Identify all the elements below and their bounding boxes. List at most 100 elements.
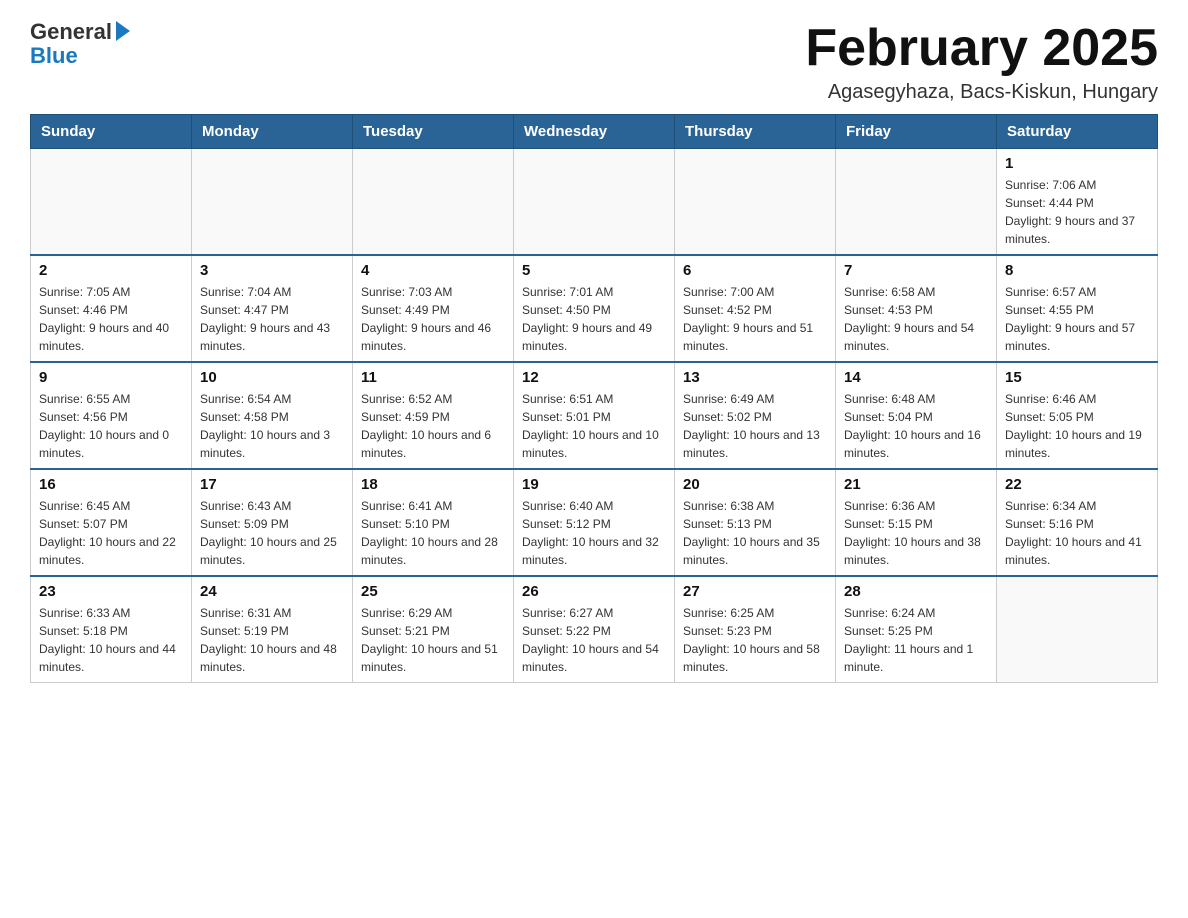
day-info: Sunrise: 7:03 AMSunset: 4:49 PMDaylight:… xyxy=(361,283,505,355)
day-number: 4 xyxy=(361,262,505,279)
day-number: 16 xyxy=(39,476,183,493)
day-number: 18 xyxy=(361,476,505,493)
title-section: February 2025 Agasegyhaza, Bacs-Kiskun, … xyxy=(805,20,1158,104)
day-number: 6 xyxy=(683,262,827,279)
calendar-body: 1 Sunrise: 7:06 AMSunset: 4:44 PMDaylight… xyxy=(31,149,1158,683)
day-info: Sunrise: 6:31 AMSunset: 5:19 PMDaylight:… xyxy=(200,604,344,676)
day-number: 19 xyxy=(522,476,666,493)
header-friday: Friday xyxy=(836,115,997,149)
day-number: 26 xyxy=(522,583,666,600)
day-number: 17 xyxy=(200,476,344,493)
day-info: Sunrise: 6:24 AMSunset: 5:25 PMDaylight:… xyxy=(844,604,988,676)
calendar-week-row: 1 Sunrise: 7:06 AMSunset: 4:44 PMDaylight… xyxy=(31,149,1158,256)
calendar-cell xyxy=(192,149,353,256)
day-number: 9 xyxy=(39,369,183,386)
logo-blue-text: Blue xyxy=(30,43,78,68)
calendar-cell: 9Sunrise: 6:55 AMSunset: 4:56 PMDaylight… xyxy=(31,362,192,469)
calendar-week-row: 2 Sunrise: 7:05 AMSunset: 4:46 PMDaylight… xyxy=(31,255,1158,362)
day-number: 20 xyxy=(683,476,827,493)
header-monday: Monday xyxy=(192,115,353,149)
day-number: 1 xyxy=(1005,155,1149,172)
day-number: 7 xyxy=(844,262,988,279)
day-info: Sunrise: 6:48 AMSunset: 5:04 PMDaylight:… xyxy=(844,390,988,462)
day-number: 10 xyxy=(200,369,344,386)
day-info: Sunrise: 6:27 AMSunset: 5:22 PMDaylight:… xyxy=(522,604,666,676)
day-info: Sunrise: 7:04 AMSunset: 4:47 PMDaylight:… xyxy=(200,283,344,355)
calendar-cell: 24 Sunrise: 6:31 AMSunset: 5:19 PMDayligh… xyxy=(192,576,353,683)
location: Agasegyhaza, Bacs-Kiskun, Hungary xyxy=(805,81,1158,104)
calendar-cell: 4 Sunrise: 7:03 AMSunset: 4:49 PMDaylight… xyxy=(353,255,514,362)
day-number: 5 xyxy=(522,262,666,279)
day-number: 15 xyxy=(1005,369,1149,386)
day-info: Sunrise: 6:49 AMSunset: 5:02 PMDaylight:… xyxy=(683,390,827,462)
day-number: 21 xyxy=(844,476,988,493)
logo-arrow-icon xyxy=(116,21,130,41)
day-number: 25 xyxy=(361,583,505,600)
calendar-week-row: 16 Sunrise: 6:45 AMSunset: 5:07 PMDayligh… xyxy=(31,469,1158,576)
day-info: Sunrise: 6:41 AMSunset: 5:10 PMDaylight:… xyxy=(361,497,505,569)
calendar-table: Sunday Monday Tuesday Wednesday Thursday… xyxy=(30,114,1158,683)
day-info: Sunrise: 6:58 AMSunset: 4:53 PMDaylight:… xyxy=(844,283,988,355)
day-number: 2 xyxy=(39,262,183,279)
day-info: Sunrise: 6:38 AMSunset: 5:13 PMDaylight:… xyxy=(683,497,827,569)
calendar-cell: 11 Sunrise: 6:52 AMSunset: 4:59 PMDayligh… xyxy=(353,362,514,469)
day-number: 11 xyxy=(361,369,505,386)
calendar-cell: 6 Sunrise: 7:00 AMSunset: 4:52 PMDaylight… xyxy=(675,255,836,362)
calendar-cell: 19 Sunrise: 6:40 AMSunset: 5:12 PMDayligh… xyxy=(514,469,675,576)
day-info: Sunrise: 6:52 AMSunset: 4:59 PMDaylight:… xyxy=(361,390,505,462)
calendar-cell: 12 Sunrise: 6:51 AMSunset: 5:01 PMDayligh… xyxy=(514,362,675,469)
calendar-cell: 26 Sunrise: 6:27 AMSunset: 5:22 PMDayligh… xyxy=(514,576,675,683)
day-info: Sunrise: 6:36 AMSunset: 5:15 PMDaylight:… xyxy=(844,497,988,569)
header-sunday: Sunday xyxy=(31,115,192,149)
day-info: Sunrise: 7:05 AMSunset: 4:46 PMDaylight:… xyxy=(39,283,183,355)
calendar-cell: 17 Sunrise: 6:43 AMSunset: 5:09 PMDayligh… xyxy=(192,469,353,576)
calendar-cell: 16 Sunrise: 6:45 AMSunset: 5:07 PMDayligh… xyxy=(31,469,192,576)
calendar-cell: 21 Sunrise: 6:36 AMSunset: 5:15 PMDayligh… xyxy=(836,469,997,576)
calendar-cell: 8Sunrise: 6:57 AMSunset: 4:55 PMDaylight… xyxy=(997,255,1158,362)
calendar-cell: 1 Sunrise: 7:06 AMSunset: 4:44 PMDaylight… xyxy=(997,149,1158,256)
header-saturday: Saturday xyxy=(997,115,1158,149)
calendar-cell: 2 Sunrise: 7:05 AMSunset: 4:46 PMDaylight… xyxy=(31,255,192,362)
calendar-cell: 20 Sunrise: 6:38 AMSunset: 5:13 PMDayligh… xyxy=(675,469,836,576)
day-info: Sunrise: 6:46 AMSunset: 5:05 PMDaylight:… xyxy=(1005,390,1149,462)
logo: General Blue xyxy=(30,20,130,68)
day-number: 8 xyxy=(1005,262,1149,279)
header-tuesday: Tuesday xyxy=(353,115,514,149)
calendar-cell: 3Sunrise: 7:04 AMSunset: 4:47 PMDaylight… xyxy=(192,255,353,362)
page-header: General Blue February 2025 Agasegyhaza, … xyxy=(30,20,1158,104)
calendar-cell: 28Sunrise: 6:24 AMSunset: 5:25 PMDayligh… xyxy=(836,576,997,683)
day-info: Sunrise: 6:45 AMSunset: 5:07 PMDaylight:… xyxy=(39,497,183,569)
calendar-cell xyxy=(31,149,192,256)
calendar-cell: 13Sunrise: 6:49 AMSunset: 5:02 PMDayligh… xyxy=(675,362,836,469)
day-info: Sunrise: 6:34 AMSunset: 5:16 PMDaylight:… xyxy=(1005,497,1149,569)
header-thursday: Thursday xyxy=(675,115,836,149)
calendar-cell: 15 Sunrise: 6:46 AMSunset: 5:05 PMDayligh… xyxy=(997,362,1158,469)
day-info: Sunrise: 7:00 AMSunset: 4:52 PMDaylight:… xyxy=(683,283,827,355)
day-info: Sunrise: 6:43 AMSunset: 5:09 PMDaylight:… xyxy=(200,497,344,569)
calendar-cell: 23 Sunrise: 6:33 AMSunset: 5:18 PMDayligh… xyxy=(31,576,192,683)
day-number: 23 xyxy=(39,583,183,600)
calendar-cell: 22Sunrise: 6:34 AMSunset: 5:16 PMDayligh… xyxy=(997,469,1158,576)
calendar-cell: 25Sunrise: 6:29 AMSunset: 5:21 PMDayligh… xyxy=(353,576,514,683)
day-info: Sunrise: 7:06 AMSunset: 4:44 PMDaylight:… xyxy=(1005,176,1149,248)
calendar-header: Sunday Monday Tuesday Wednesday Thursday… xyxy=(31,115,1158,149)
calendar-week-row: 23 Sunrise: 6:33 AMSunset: 5:18 PMDayligh… xyxy=(31,576,1158,683)
header-row: Sunday Monday Tuesday Wednesday Thursday… xyxy=(31,115,1158,149)
day-info: Sunrise: 6:51 AMSunset: 5:01 PMDaylight:… xyxy=(522,390,666,462)
day-number: 24 xyxy=(200,583,344,600)
day-info: Sunrise: 6:33 AMSunset: 5:18 PMDaylight:… xyxy=(39,604,183,676)
calendar-cell: 7 Sunrise: 6:58 AMSunset: 4:53 PMDaylight… xyxy=(836,255,997,362)
logo-line1: General xyxy=(30,20,130,44)
header-wednesday: Wednesday xyxy=(514,115,675,149)
calendar-cell: 5Sunrise: 7:01 AMSunset: 4:50 PMDaylight… xyxy=(514,255,675,362)
logo-general-text: General xyxy=(30,19,112,44)
calendar-week-row: 9Sunrise: 6:55 AMSunset: 4:56 PMDaylight… xyxy=(31,362,1158,469)
day-number: 12 xyxy=(522,369,666,386)
day-info: Sunrise: 6:40 AMSunset: 5:12 PMDaylight:… xyxy=(522,497,666,569)
calendar-cell xyxy=(997,576,1158,683)
calendar-cell: 14 Sunrise: 6:48 AMSunset: 5:04 PMDayligh… xyxy=(836,362,997,469)
calendar-cell xyxy=(836,149,997,256)
day-number: 14 xyxy=(844,369,988,386)
calendar-cell: 27Sunrise: 6:25 AMSunset: 5:23 PMDayligh… xyxy=(675,576,836,683)
day-number: 27 xyxy=(683,583,827,600)
